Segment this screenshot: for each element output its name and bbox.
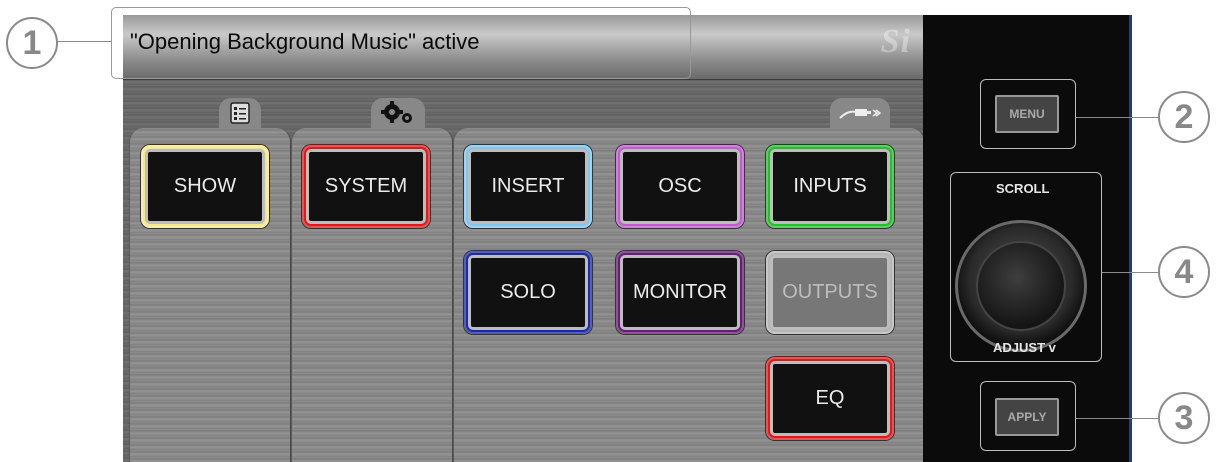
eq-button-label: EQ <box>770 361 890 436</box>
solo-button[interactable]: SOLO <box>464 251 592 334</box>
inputs-button-label: INPUTS <box>770 149 890 224</box>
tab-patch[interactable] <box>830 98 890 128</box>
gears-icon <box>381 101 412 123</box>
osc-button[interactable]: OSC <box>616 145 744 228</box>
monitor-button[interactable]: MONITOR <box>616 251 744 334</box>
knob-cap <box>976 241 1066 331</box>
cable-icon <box>839 109 882 119</box>
callout-1: 1 <box>6 17 58 69</box>
list-icon <box>230 102 250 124</box>
tab-system[interactable] <box>371 98 425 128</box>
outputs-button-label: OUTPUTS <box>770 255 890 330</box>
scroll-label: SCROLL <box>996 181 1050 196</box>
callout-line-1 <box>56 41 112 42</box>
scroll-adjust-knob[interactable] <box>955 220 1087 352</box>
callout-4: 4 <box>1158 246 1210 298</box>
solo-button-label: SOLO <box>468 255 588 330</box>
tab-show[interactable] <box>219 98 261 128</box>
callout-2: 2 <box>1158 91 1210 143</box>
callout-line-2 <box>1076 117 1158 118</box>
outputs-button[interactable]: OUTPUTS <box>766 251 894 334</box>
status-callout-frame <box>111 7 691 79</box>
system-button[interactable]: SYSTEM <box>302 145 430 228</box>
osc-button-label: OSC <box>620 149 740 224</box>
hardware-panel: MENU SCROLL ADJUST v APPLY <box>923 15 1132 462</box>
insert-button-label: INSERT <box>468 149 588 224</box>
show-button[interactable]: SHOW <box>141 145 269 228</box>
touch-screen: "Opening Background Music" active Si SHO… <box>123 15 923 462</box>
eq-button[interactable]: EQ <box>766 357 894 440</box>
monitor-button-label: MONITOR <box>620 255 740 330</box>
menu-button[interactable]: MENU <box>995 95 1059 133</box>
show-button-label: SHOW <box>145 149 265 224</box>
brand-logo: Si <box>880 23 911 60</box>
callout-line-4 <box>1102 272 1158 273</box>
insert-button[interactable]: INSERT <box>464 145 592 228</box>
adjust-label: ADJUST v <box>993 340 1056 355</box>
system-button-label: SYSTEM <box>306 149 426 224</box>
apply-button[interactable]: APPLY <box>995 398 1059 436</box>
callout-line-3 <box>1076 418 1158 419</box>
inputs-button[interactable]: INPUTS <box>766 145 894 228</box>
callout-3: 3 <box>1158 392 1210 444</box>
